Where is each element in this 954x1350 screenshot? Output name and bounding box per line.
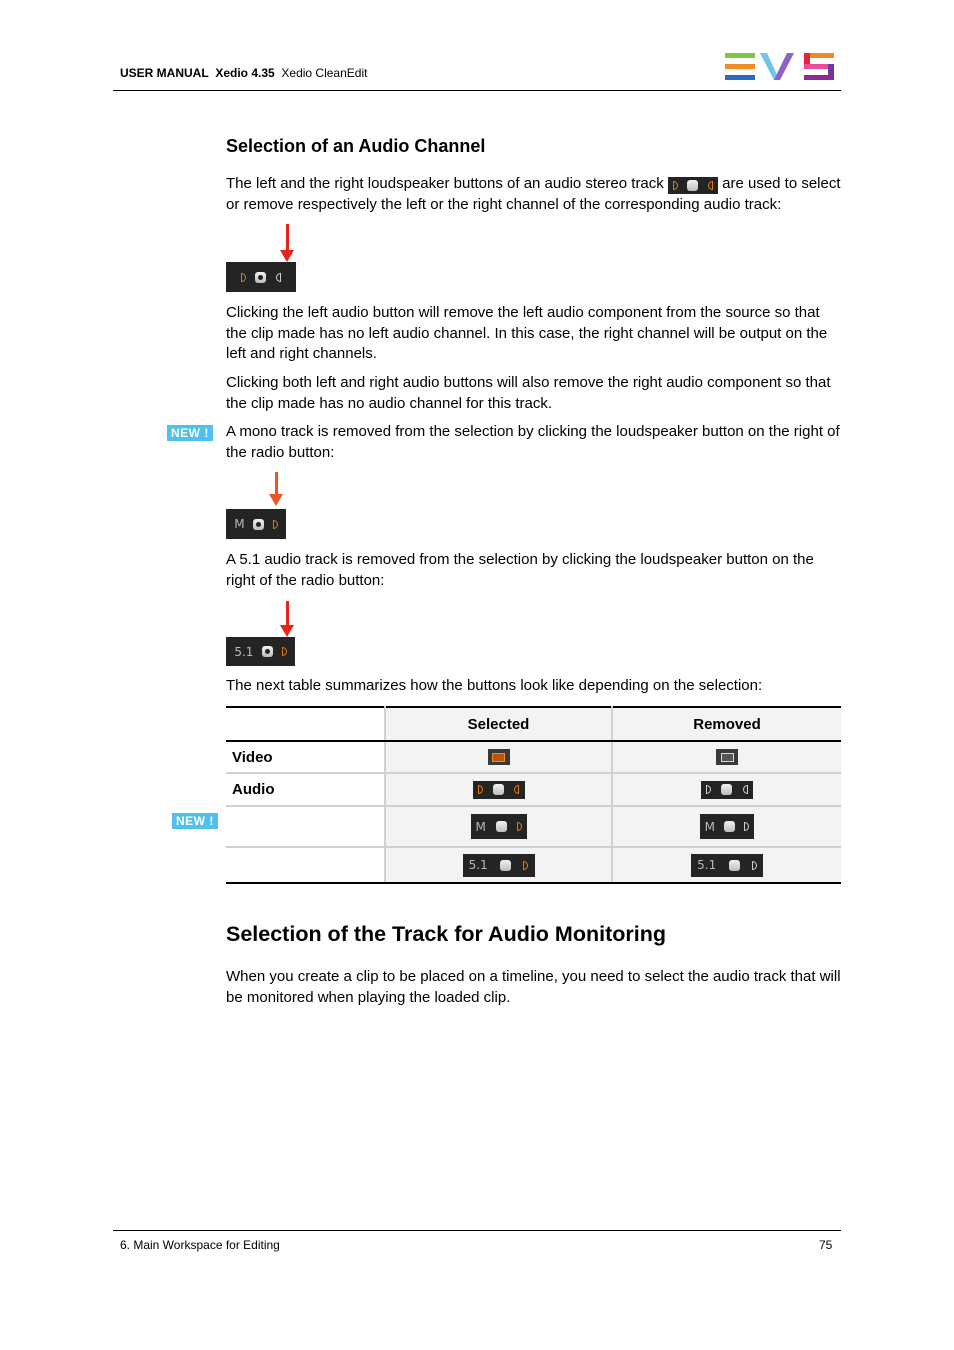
section-title-audio-monitoring: Selection of the Track for Audio Monitor… xyxy=(226,922,666,946)
paragraph-both-buttons: Clicking both left and right audio butto… xyxy=(226,374,831,412)
stereo-track-widget[interactable] xyxy=(226,262,296,292)
video-removed-icon xyxy=(716,749,738,765)
stereo-track-widget-inline xyxy=(667,177,718,194)
module-name: Xedio CleanEdit xyxy=(281,66,368,80)
paragraph-mono: A mono track is removed from the selecti… xyxy=(226,423,840,461)
right-speaker-icon xyxy=(708,181,714,190)
button-states-table: Selected Removed Video Audio M M 5.1 5.1 xyxy=(226,706,841,884)
table-header-empty xyxy=(226,706,386,742)
surround-selected-cell: 5.1 xyxy=(385,847,613,884)
surround-selected-icon: 5.1 xyxy=(462,853,535,877)
radio-button[interactable] xyxy=(255,271,267,283)
surround-removed-icon: 5.1 xyxy=(691,853,763,877)
video-selected-cell xyxy=(385,741,613,774)
intro-paragraph: The left and the right loudspeaker butto… xyxy=(226,174,842,215)
video-removed-cell xyxy=(612,741,841,774)
table-header-selected: Selected xyxy=(385,706,613,742)
orange-arrow-icon xyxy=(269,472,283,506)
paragraph-left-button: Clicking the left audio button will remo… xyxy=(226,304,828,362)
footer-divider xyxy=(113,1230,841,1231)
right-speaker-button[interactable] xyxy=(276,272,282,282)
mono-selected-cell: M xyxy=(385,806,613,848)
left-speaker-icon xyxy=(672,181,678,190)
video-selected-icon xyxy=(487,749,510,765)
mono-removed-cell: M xyxy=(612,806,841,848)
section-title-audio-channel: Selection of an Audio Channel xyxy=(226,136,486,156)
paragraph-audio-monitoring: When you create a clip to be placed on a… xyxy=(226,968,841,1006)
doc-type: USER MANUAL xyxy=(120,66,209,80)
table-header-removed: Removed xyxy=(612,706,841,742)
table-row: Audio xyxy=(226,773,841,807)
page-number: 75 xyxy=(819,1238,833,1252)
stereo-selected-icon xyxy=(472,780,525,799)
surround-track-widget[interactable]: 5.1 xyxy=(226,637,295,666)
red-arrow-icon xyxy=(280,224,294,262)
product-name: Xedio 4.35 xyxy=(215,66,275,80)
mono-removed-icon: M xyxy=(700,814,754,839)
surround-removed-cell: 5.1 xyxy=(612,847,841,884)
radio-button[interactable] xyxy=(262,646,274,657)
new-badge: NEW ! xyxy=(167,425,213,441)
paragraph-surround: A 5.1 audio track is removed from the se… xyxy=(226,551,814,589)
row-label-mono xyxy=(226,806,386,848)
table-row: 5.1 5.1 xyxy=(226,847,841,884)
radio-knob-icon xyxy=(687,180,699,191)
left-speaker-button[interactable] xyxy=(240,272,246,282)
radio-button[interactable] xyxy=(253,518,265,530)
mono-track-widget[interactable]: M xyxy=(226,509,286,539)
speaker-button[interactable] xyxy=(281,647,287,656)
table-intro: The next table summarizes how the button… xyxy=(226,677,763,694)
table-row: Video xyxy=(226,741,841,774)
red-arrow-icon xyxy=(280,601,294,637)
surround-label: 5.1 xyxy=(234,644,254,659)
header-divider xyxy=(113,90,841,91)
evs-logo xyxy=(725,53,835,81)
table-header-row: Selected Removed xyxy=(226,706,841,742)
audio-selected-cell xyxy=(385,773,613,807)
row-label-video: Video xyxy=(226,741,386,774)
stereo-removed-icon xyxy=(701,780,753,799)
intro-text-1: The left and the right loudspeaker butto… xyxy=(226,175,664,192)
footer-chapter: 6. Main Workspace for Editing xyxy=(120,1238,280,1252)
row-label-audio: Audio xyxy=(226,773,386,807)
speaker-button[interactable] xyxy=(272,519,278,529)
mono-selected-icon: M xyxy=(470,814,527,839)
page-header: USER MANUAL Xedio 4.35 Xedio CleanEdit xyxy=(120,66,367,80)
mono-label: M xyxy=(234,517,245,531)
table-row: M M xyxy=(226,806,841,848)
audio-removed-cell xyxy=(612,773,841,807)
new-badge: NEW ! xyxy=(172,813,218,829)
row-label-surround xyxy=(226,847,386,884)
